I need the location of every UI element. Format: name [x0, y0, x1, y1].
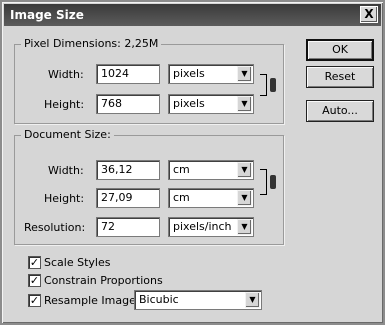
chevron-down-icon: ▼: [237, 219, 252, 235]
close-button[interactable]: X: [360, 6, 378, 23]
check-icon: ✓: [28, 294, 41, 307]
auto-button[interactable]: Auto...: [306, 100, 374, 122]
constrain-proportions-label: Constrain Proportions: [44, 274, 163, 287]
resample-method-select[interactable]: Bicubic ▼: [134, 290, 262, 310]
chevron-down-icon: ▼: [237, 190, 252, 206]
pixel-height-unit: pixels: [173, 97, 205, 110]
resample-image-label: Resample Image:: [44, 294, 140, 307]
chain-link-icon: [270, 78, 276, 92]
doc-height-input[interactable]: 27,09: [96, 188, 160, 208]
chevron-down-icon: ▼: [237, 162, 252, 178]
document-size-legend: Document Size:: [21, 128, 114, 141]
pixel-width-unit: pixels: [173, 67, 205, 80]
pixel-height-input[interactable]: 768: [96, 94, 160, 114]
doc-height-label: Height:: [44, 192, 85, 205]
pixel-width-label: Width:: [48, 68, 84, 81]
resolution-unit-select[interactable]: pixels/inch ▼: [168, 217, 254, 237]
pixel-dimensions-legend: Pixel Dimensions: 2,25M: [21, 37, 162, 50]
pixel-width-unit-select[interactable]: pixels ▼: [168, 64, 254, 84]
chevron-down-icon: ▼: [237, 66, 252, 82]
resample-method: Bicubic: [139, 293, 179, 306]
chevron-down-icon: ▼: [245, 292, 260, 308]
doc-height-unit: cm: [173, 191, 190, 204]
link-bracket: [260, 74, 267, 96]
check-icon: ✓: [28, 274, 41, 287]
resolution-label: Resolution:: [24, 221, 86, 234]
doc-height-unit-select[interactable]: cm ▼: [168, 188, 254, 208]
dialog-title: Image Size: [10, 8, 84, 22]
chevron-down-icon: ▼: [237, 96, 252, 112]
resolution-input[interactable]: 72: [96, 217, 160, 237]
pixel-height-unit-select[interactable]: pixels ▼: [168, 94, 254, 114]
image-size-dialog: Image Size X Pixel Dimensions: 2,25M Wid…: [0, 0, 385, 325]
pixel-height-label: Height:: [44, 98, 85, 111]
check-icon: ✓: [28, 256, 41, 269]
scale-styles-label: Scale Styles: [44, 256, 111, 269]
resolution-unit: pixels/inch: [173, 220, 232, 233]
constrain-proportions-checkbox[interactable]: ✓ Constrain Proportions: [28, 274, 163, 287]
reset-button[interactable]: Reset: [306, 66, 374, 88]
ok-button[interactable]: OK: [306, 39, 374, 61]
doc-width-input[interactable]: 36,12: [96, 160, 160, 180]
pixel-width-input[interactable]: 1024: [96, 64, 160, 84]
doc-width-unit-select[interactable]: cm ▼: [168, 160, 254, 180]
doc-width-label: Width:: [48, 164, 84, 177]
resample-image-checkbox[interactable]: ✓ Resample Image:: [28, 294, 140, 307]
link-bracket: [260, 169, 267, 195]
title-bar: Image Size X: [4, 4, 381, 26]
close-icon: X: [364, 7, 374, 21]
chain-link-icon: [270, 175, 276, 189]
scale-styles-checkbox[interactable]: ✓ Scale Styles: [28, 256, 110, 269]
doc-width-unit: cm: [173, 163, 190, 176]
